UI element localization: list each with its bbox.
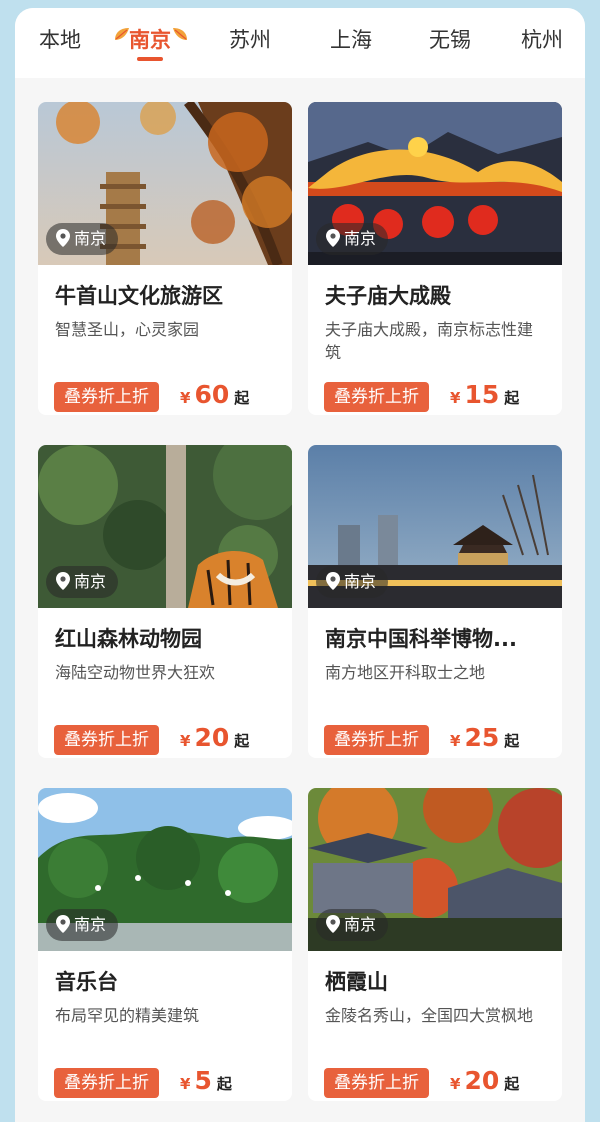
location-label: 南京 xyxy=(74,229,107,248)
price-value: 15 xyxy=(464,380,500,409)
price: ¥20 起 xyxy=(180,723,249,752)
location-pin-icon xyxy=(56,229,70,247)
attraction-card[interactable]: 南京 音乐台 布局罕见的精美建筑 叠券折上折 ¥5 起 xyxy=(38,788,292,1101)
attraction-title: 夫子庙大成殿 xyxy=(325,284,451,308)
attraction-title: 牛首山文化旅游区 xyxy=(55,284,223,308)
attraction-description: 布局罕见的精美建筑 xyxy=(55,1006,200,1025)
price-suffix: 起 xyxy=(216,1075,232,1093)
tab-bendi[interactable]: 本地 xyxy=(35,20,85,60)
attraction-card[interactable]: 南京 红山森林动物园 海陆空动物世界大狂欢 叠券折上折 ¥20 起 xyxy=(38,445,292,758)
tab-shanghai[interactable]: 上海 xyxy=(326,20,376,60)
price-value: 25 xyxy=(464,723,500,752)
attraction-description: 南方地区开科取士之地 xyxy=(325,663,486,682)
currency-symbol: ¥ xyxy=(180,732,191,750)
currency-symbol: ¥ xyxy=(450,389,461,407)
currency-symbol: ¥ xyxy=(450,732,461,750)
location-label: 南京 xyxy=(74,572,107,591)
price-suffix: 起 xyxy=(504,1075,520,1093)
coupon-badge[interactable]: 叠券折上折 xyxy=(54,382,159,412)
location-label: 南京 xyxy=(344,915,377,934)
location-tag: 南京 xyxy=(46,223,119,255)
price: ¥20 起 xyxy=(450,1066,519,1095)
currency-symbol: ¥ xyxy=(450,1075,461,1093)
location-pin-icon xyxy=(56,572,70,590)
location-tag: 南京 xyxy=(316,909,389,941)
city-tab-bar: 本地 南京 苏州 上海 无锡 杭州 xyxy=(15,8,585,78)
currency-symbol: ¥ xyxy=(180,389,191,407)
leaf-decoration-icon xyxy=(173,28,187,40)
location-tag: 南京 xyxy=(316,566,389,598)
attraction-card[interactable]: 南京 夫子庙大成殿 夫子庙大成殿，南京标志性建筑 叠券折上折 ¥15 起 xyxy=(308,102,562,415)
currency-symbol: ¥ xyxy=(180,1075,191,1093)
attraction-description: 智慧圣山，心灵家园 xyxy=(55,320,200,339)
price: ¥60 起 xyxy=(180,380,249,409)
price-value: 5 xyxy=(194,1066,212,1095)
location-label: 南京 xyxy=(344,572,377,591)
price: ¥5 起 xyxy=(180,1066,232,1095)
attraction-card[interactable]: 南京 栖霞山 金陵名秀山，全国四大赏枫地 叠券折上折 ¥20 起 xyxy=(308,788,562,1101)
tab-wuxi[interactable]: 无锡 xyxy=(425,20,475,60)
attraction-description: 夫子庙大成殿，南京标志性建筑 xyxy=(325,320,534,362)
tab-suzhou[interactable]: 苏州 xyxy=(225,20,275,60)
coupon-badge[interactable]: 叠券折上折 xyxy=(324,1068,429,1098)
attraction-description: 金陵名秀山，全国四大赏枫地 xyxy=(325,1006,534,1025)
location-label: 南京 xyxy=(344,229,377,248)
price-suffix: 起 xyxy=(504,389,520,407)
attraction-title: 栖霞山 xyxy=(325,970,388,994)
attraction-card[interactable]: 南京 南京中国科举博物... 南方地区开科取士之地 叠券折上折 ¥25 起 xyxy=(308,445,562,758)
price-value: 20 xyxy=(464,1066,500,1095)
coupon-badge[interactable]: 叠券折上折 xyxy=(324,725,429,755)
location-pin-icon xyxy=(56,915,70,933)
content-panel: 本地 南京 苏州 上海 无锡 杭州 南京 牛首山文化旅游区 智慧圣山，心灵家园 … xyxy=(15,8,585,1122)
price: ¥25 起 xyxy=(450,723,519,752)
attraction-description: 海陆空动物世界大狂欢 xyxy=(55,663,216,682)
coupon-badge[interactable]: 叠券折上折 xyxy=(324,382,429,412)
location-pin-icon xyxy=(326,572,340,590)
attraction-card[interactable]: 南京 牛首山文化旅游区 智慧圣山，心灵家园 叠券折上折 ¥60 起 xyxy=(38,102,292,415)
price-suffix: 起 xyxy=(234,732,250,750)
tab-nanjing[interactable]: 南京 xyxy=(125,20,175,60)
price-suffix: 起 xyxy=(504,732,520,750)
active-tab-indicator xyxy=(137,57,163,61)
location-tag: 南京 xyxy=(46,909,119,941)
location-label: 南京 xyxy=(74,915,107,934)
price-value: 20 xyxy=(194,723,230,752)
location-tag: 南京 xyxy=(46,566,119,598)
coupon-badge[interactable]: 叠券折上折 xyxy=(54,725,159,755)
location-pin-icon xyxy=(326,229,340,247)
attraction-title: 南京中国科举博物... xyxy=(325,627,517,651)
attraction-title: 音乐台 xyxy=(55,970,118,994)
location-tag: 南京 xyxy=(316,223,389,255)
location-pin-icon xyxy=(326,915,340,933)
price-suffix: 起 xyxy=(234,389,250,407)
price-value: 60 xyxy=(194,380,230,409)
attraction-title: 红山森林动物园 xyxy=(55,627,202,651)
price: ¥15 起 xyxy=(450,380,519,409)
coupon-badge[interactable]: 叠券折上折 xyxy=(54,1068,159,1098)
tab-hangzhou[interactable]: 杭州 xyxy=(517,20,567,60)
